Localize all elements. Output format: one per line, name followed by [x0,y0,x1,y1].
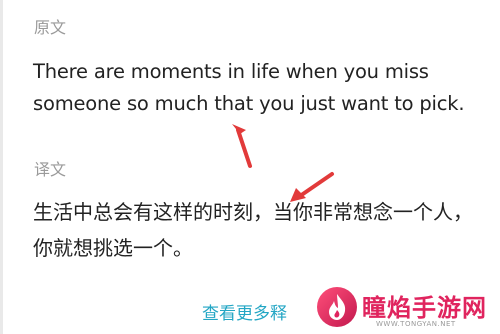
watermark-title: 瞳焰手游网 [362,294,487,322]
arrow-annotation-icon [232,124,252,168]
translated-text: 生活中总会有这样的时刻，当你非常想念一个人，你就想挑选一个。 [33,200,473,260]
site-watermark: 瞳焰手游网 WWW.TONGYAN.NET [316,280,500,334]
more-definitions-link[interactable]: 查看更多释 [202,299,287,324]
translation-label: 译文 [34,160,67,179]
original-label: 原文 [34,18,67,37]
panel-left-border [0,0,3,334]
flame-logo-icon [317,287,357,327]
original-text: There are moments in life when you miss … [33,60,465,115]
watermark-subtitle: WWW.TONGYAN.NET [376,320,456,328]
arrow-annotation-icon [290,172,334,202]
